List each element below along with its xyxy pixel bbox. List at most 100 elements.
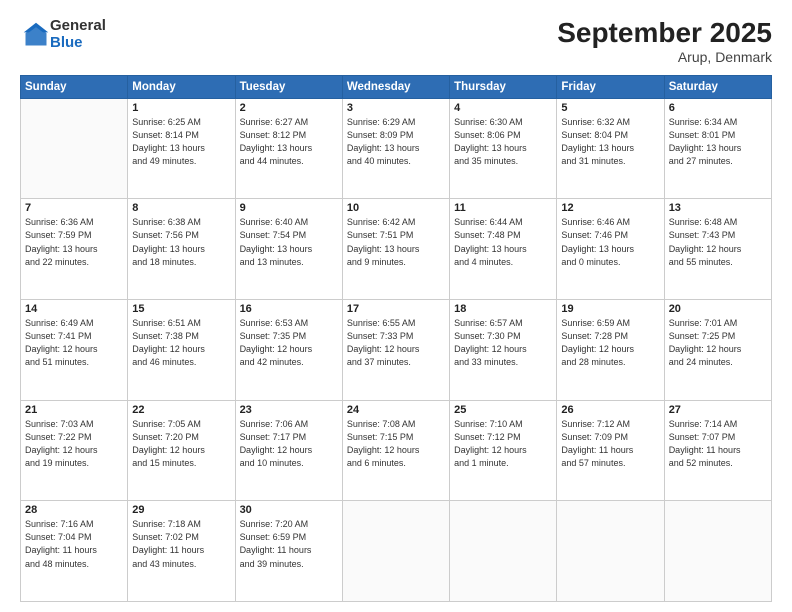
calendar-cell xyxy=(21,98,128,199)
day-number: 14 xyxy=(25,303,123,315)
day-number: 22 xyxy=(132,404,230,416)
day-info: Sunrise: 6:34 AM Sunset: 8:01 PM Dayligh… xyxy=(669,116,767,168)
day-info: Sunrise: 7:18 AM Sunset: 7:02 PM Dayligh… xyxy=(132,518,230,570)
logo-blue: Blue xyxy=(50,35,106,52)
day-number: 25 xyxy=(454,404,552,416)
calendar-cell: 13 Sunrise: 6:48 AM Sunset: 7:43 PM Dayli… xyxy=(664,199,771,300)
day-info: Sunrise: 6:55 AM Sunset: 7:33 PM Dayligh… xyxy=(347,317,445,369)
day-info: Sunrise: 6:59 AM Sunset: 7:28 PM Dayligh… xyxy=(561,317,659,369)
day-info: Sunrise: 7:10 AM Sunset: 7:12 PM Dayligh… xyxy=(454,418,552,470)
logo-text: General Blue xyxy=(50,18,106,51)
day-info: Sunrise: 6:44 AM Sunset: 7:48 PM Dayligh… xyxy=(454,216,552,268)
calendar-cell: 7 Sunrise: 6:36 AM Sunset: 7:59 PM Daylig… xyxy=(21,199,128,300)
calendar-cell: 6Sunrise: 6:34 AM Sunset: 8:01 PM Daylig… xyxy=(664,98,771,199)
calendar-cell: 8 Sunrise: 6:38 AM Sunset: 7:56 PM Daylig… xyxy=(128,199,235,300)
calendar-cell: 17 Sunrise: 6:55 AM Sunset: 7:33 PM Dayli… xyxy=(342,300,449,401)
day-number: 20 xyxy=(669,303,767,315)
day-number: 24 xyxy=(347,404,445,416)
day-info: Sunrise: 6:38 AM Sunset: 7:56 PM Dayligh… xyxy=(132,216,230,268)
weekday-header-row: SundayMondayTuesdayWednesdayThursdayFrid… xyxy=(21,75,772,98)
calendar-cell: 19 Sunrise: 6:59 AM Sunset: 7:28 PM Dayli… xyxy=(557,300,664,401)
day-number: 19 xyxy=(561,303,659,315)
day-info: Sunrise: 6:25 AM Sunset: 8:14 PM Dayligh… xyxy=(132,116,230,168)
day-number: 11 xyxy=(454,202,552,214)
day-info: Sunrise: 6:48 AM Sunset: 7:43 PM Dayligh… xyxy=(669,216,767,268)
calendar-cell xyxy=(557,501,664,602)
calendar-cell xyxy=(450,501,557,602)
weekday-header-thursday: Thursday xyxy=(450,75,557,98)
day-info: Sunrise: 7:01 AM Sunset: 7:25 PM Dayligh… xyxy=(669,317,767,369)
weekday-header-tuesday: Tuesday xyxy=(235,75,342,98)
day-number: 8 xyxy=(132,202,230,214)
calendar-table: SundayMondayTuesdayWednesdayThursdayFrid… xyxy=(20,75,772,602)
day-info: Sunrise: 7:14 AM Sunset: 7:07 PM Dayligh… xyxy=(669,418,767,470)
logo-general: General xyxy=(50,18,106,35)
day-info: Sunrise: 6:36 AM Sunset: 7:59 PM Dayligh… xyxy=(25,216,123,268)
calendar-cell: 15 Sunrise: 6:51 AM Sunset: 7:38 PM Dayli… xyxy=(128,300,235,401)
day-info: Sunrise: 6:51 AM Sunset: 7:38 PM Dayligh… xyxy=(132,317,230,369)
day-info: Sunrise: 7:06 AM Sunset: 7:17 PM Dayligh… xyxy=(240,418,338,470)
calendar-cell: 10 Sunrise: 6:42 AM Sunset: 7:51 PM Dayli… xyxy=(342,199,449,300)
day-info: Sunrise: 6:40 AM Sunset: 7:54 PM Dayligh… xyxy=(240,216,338,268)
day-number: 13 xyxy=(669,202,767,214)
day-number: 9 xyxy=(240,202,338,214)
day-info: Sunrise: 7:05 AM Sunset: 7:20 PM Dayligh… xyxy=(132,418,230,470)
day-info: Sunrise: 7:20 AM Sunset: 6:59 PM Dayligh… xyxy=(240,518,338,570)
calendar-cell: 26 Sunrise: 7:12 AM Sunset: 7:09 PM Dayli… xyxy=(557,400,664,501)
day-info: Sunrise: 7:12 AM Sunset: 7:09 PM Dayligh… xyxy=(561,418,659,470)
day-info: Sunrise: 6:32 AM Sunset: 8:04 PM Dayligh… xyxy=(561,116,659,168)
calendar-cell: 21 Sunrise: 7:03 AM Sunset: 7:22 PM Dayli… xyxy=(21,400,128,501)
calendar-cell: 20 Sunrise: 7:01 AM Sunset: 7:25 PM Dayli… xyxy=(664,300,771,401)
title-block: September 2025 Arup, Denmark xyxy=(557,18,772,65)
day-number: 21 xyxy=(25,404,123,416)
calendar-cell xyxy=(342,501,449,602)
calendar-week-row: 21 Sunrise: 7:03 AM Sunset: 7:22 PM Dayli… xyxy=(21,400,772,501)
calendar-cell: 25 Sunrise: 7:10 AM Sunset: 7:12 PM Dayli… xyxy=(450,400,557,501)
day-info: Sunrise: 6:29 AM Sunset: 8:09 PM Dayligh… xyxy=(347,116,445,168)
calendar-week-row: 7 Sunrise: 6:36 AM Sunset: 7:59 PM Daylig… xyxy=(21,199,772,300)
day-info: Sunrise: 7:16 AM Sunset: 7:04 PM Dayligh… xyxy=(25,518,123,570)
day-number: 12 xyxy=(561,202,659,214)
calendar-cell: 22 Sunrise: 7:05 AM Sunset: 7:20 PM Dayli… xyxy=(128,400,235,501)
calendar-cell: 27 Sunrise: 7:14 AM Sunset: 7:07 PM Dayli… xyxy=(664,400,771,501)
day-info: Sunrise: 6:46 AM Sunset: 7:46 PM Dayligh… xyxy=(561,216,659,268)
calendar-cell: 2Sunrise: 6:27 AM Sunset: 8:12 PM Daylig… xyxy=(235,98,342,199)
day-info: Sunrise: 6:27 AM Sunset: 8:12 PM Dayligh… xyxy=(240,116,338,168)
day-number: 7 xyxy=(25,202,123,214)
calendar-cell: 23 Sunrise: 7:06 AM Sunset: 7:17 PM Dayli… xyxy=(235,400,342,501)
weekday-header-wednesday: Wednesday xyxy=(342,75,449,98)
day-info: Sunrise: 6:42 AM Sunset: 7:51 PM Dayligh… xyxy=(347,216,445,268)
calendar-cell: 9 Sunrise: 6:40 AM Sunset: 7:54 PM Daylig… xyxy=(235,199,342,300)
calendar-cell: 16Sunrise: 6:53 AM Sunset: 7:35 PM Dayli… xyxy=(235,300,342,401)
day-number: 17 xyxy=(347,303,445,315)
day-number: 15 xyxy=(132,303,230,315)
day-number: 3 xyxy=(347,102,445,114)
calendar-cell: 12 Sunrise: 6:46 AM Sunset: 7:46 PM Dayli… xyxy=(557,199,664,300)
day-number: 27 xyxy=(669,404,767,416)
day-number: 18 xyxy=(454,303,552,315)
day-number: 30 xyxy=(240,504,338,516)
weekday-header-saturday: Saturday xyxy=(664,75,771,98)
day-number: 10 xyxy=(347,202,445,214)
day-info: Sunrise: 6:30 AM Sunset: 8:06 PM Dayligh… xyxy=(454,116,552,168)
day-number: 26 xyxy=(561,404,659,416)
calendar-cell: 18Sunrise: 6:57 AM Sunset: 7:30 PM Dayli… xyxy=(450,300,557,401)
calendar-cell: 24 Sunrise: 7:08 AM Sunset: 7:15 PM Dayli… xyxy=(342,400,449,501)
calendar-cell: 30 Sunrise: 7:20 AM Sunset: 6:59 PM Dayli… xyxy=(235,501,342,602)
header: General Blue September 2025 Arup, Denmar… xyxy=(20,18,772,65)
calendar-cell: 11 Sunrise: 6:44 AM Sunset: 7:48 PM Dayli… xyxy=(450,199,557,300)
calendar-week-row: 28Sunrise: 7:16 AM Sunset: 7:04 PM Dayli… xyxy=(21,501,772,602)
calendar-cell xyxy=(664,501,771,602)
calendar-week-row: 14Sunrise: 6:49 AM Sunset: 7:41 PM Dayli… xyxy=(21,300,772,401)
day-number: 29 xyxy=(132,504,230,516)
day-number: 23 xyxy=(240,404,338,416)
day-info: Sunrise: 7:03 AM Sunset: 7:22 PM Dayligh… xyxy=(25,418,123,470)
logo: General Blue xyxy=(20,18,106,51)
calendar-cell: 29 Sunrise: 7:18 AM Sunset: 7:02 PM Dayli… xyxy=(128,501,235,602)
day-info: Sunrise: 7:08 AM Sunset: 7:15 PM Dayligh… xyxy=(347,418,445,470)
calendar-cell: 5Sunrise: 6:32 AM Sunset: 8:04 PM Daylig… xyxy=(557,98,664,199)
weekday-header-sunday: Sunday xyxy=(21,75,128,98)
calendar-week-row: 1Sunrise: 6:25 AM Sunset: 8:14 PM Daylig… xyxy=(21,98,772,199)
month-title: September 2025 xyxy=(557,18,772,49)
calendar-cell: 14Sunrise: 6:49 AM Sunset: 7:41 PM Dayli… xyxy=(21,300,128,401)
